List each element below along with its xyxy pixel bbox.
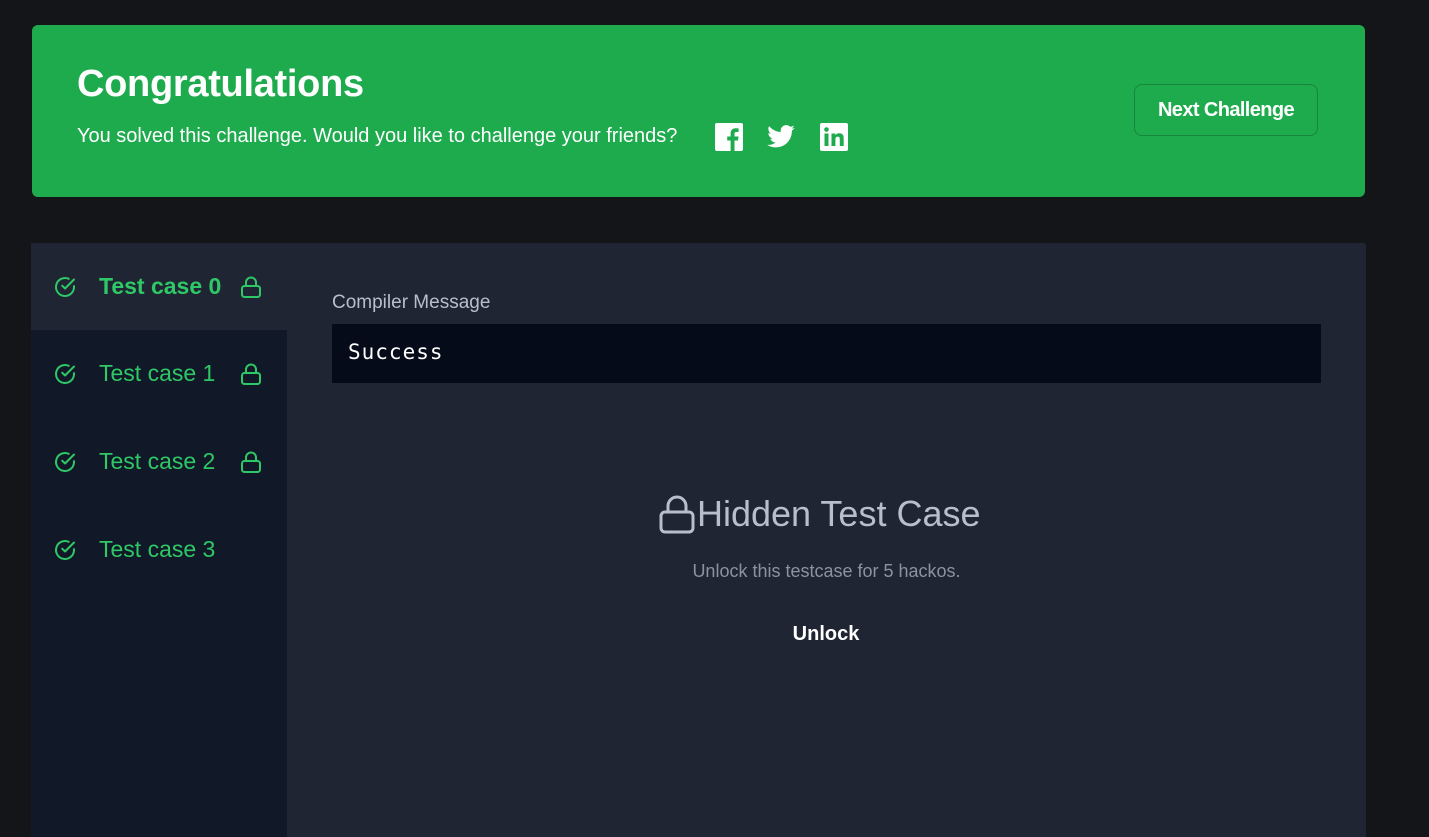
check-circle-icon xyxy=(55,277,75,297)
linkedin-icon[interactable] xyxy=(819,122,849,152)
unlock-button[interactable]: Unlock xyxy=(776,623,876,646)
hidden-test-case-title: Hidden Test Case xyxy=(697,493,981,534)
hidden-test-case-heading: Hidden Test Case xyxy=(659,493,981,535)
test-case-tab-0[interactable]: Test case 0 xyxy=(31,243,287,330)
test-case-tab-1[interactable]: Test case 1 xyxy=(31,330,287,417)
results-panel: Test case 0 Test case 1 Test case 2 Test… xyxy=(31,243,1366,837)
twitter-icon[interactable] xyxy=(766,122,796,152)
test-case-tab-3[interactable]: Test case 3 xyxy=(31,506,287,593)
test-case-tab-2[interactable]: Test case 2 xyxy=(31,418,287,505)
banner-title: Congratulations xyxy=(77,63,364,105)
congratulations-banner: Congratulations You solved this challeng… xyxy=(32,25,1365,197)
lock-icon xyxy=(241,276,261,298)
test-case-label: Test case 2 xyxy=(99,448,216,474)
test-case-label: Test case 1 xyxy=(99,360,216,386)
next-challenge-button[interactable]: Next Challenge xyxy=(1134,84,1318,136)
compiler-message-label: Compiler Message xyxy=(332,292,491,313)
check-circle-icon xyxy=(55,452,75,472)
test-case-label: Test case 3 xyxy=(99,536,216,562)
compiler-message-box: Success xyxy=(332,324,1321,383)
compiler-message-text: Success xyxy=(348,340,444,364)
check-circle-icon xyxy=(55,364,75,384)
lock-icon xyxy=(241,451,261,473)
test-case-label: Test case 0 xyxy=(99,273,222,299)
facebook-icon[interactable] xyxy=(714,122,744,152)
lock-icon xyxy=(241,363,261,385)
unlock-cost-text: Unlock this testcase for 5 hackos. xyxy=(692,561,961,581)
banner-message: You solved this challenge. Would you lik… xyxy=(77,125,678,147)
test-case-sidebar: Test case 0 Test case 1 Test case 2 Test… xyxy=(31,243,287,837)
lock-icon xyxy=(659,495,695,534)
check-circle-icon xyxy=(55,540,75,560)
